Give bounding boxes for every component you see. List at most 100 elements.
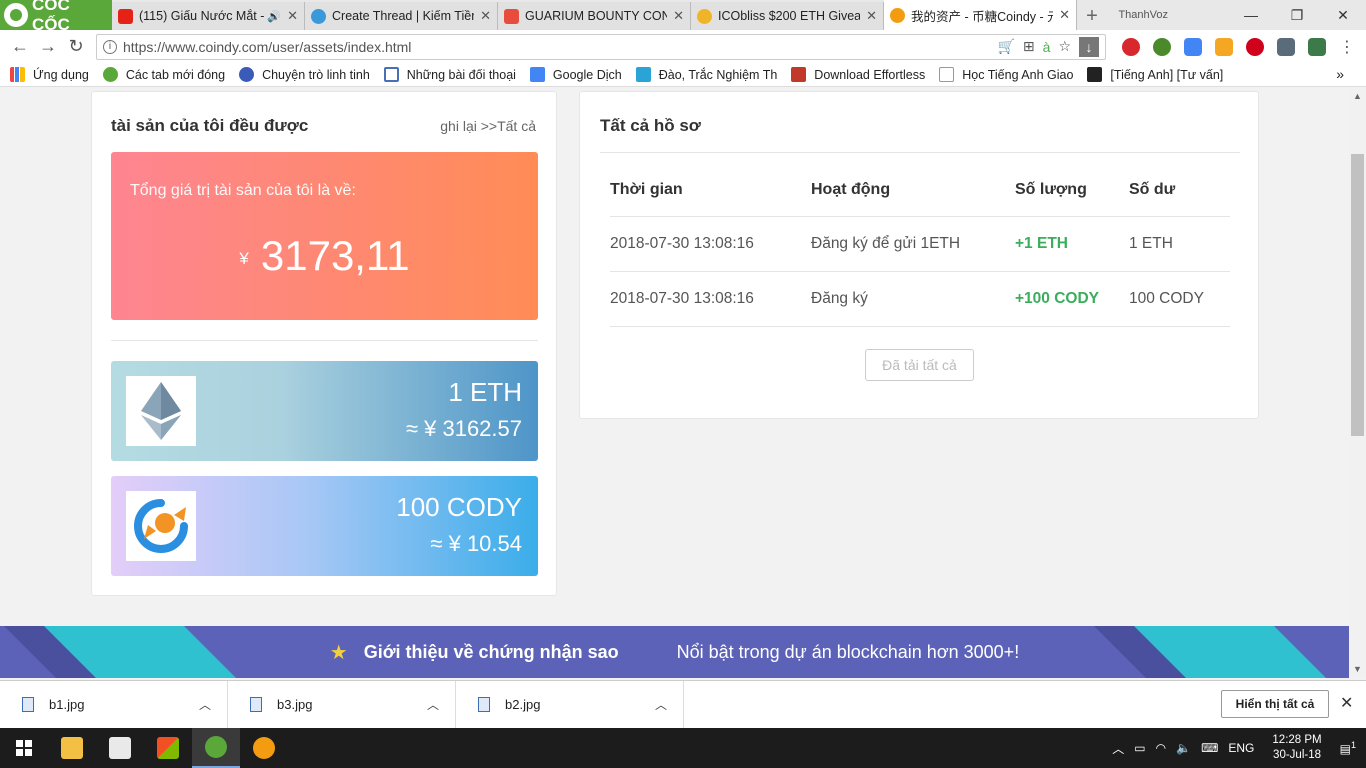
chevron-up-icon[interactable]: ︿ [199, 696, 211, 713]
banner-subtitle: Nổi bật trong dự án blockchain hơn 3000+… [676, 641, 1020, 662]
taskbar-coccoc[interactable] [192, 728, 240, 768]
bookmark-recent-tabs[interactable]: Các tab mới đóng [102, 67, 225, 82]
bookmark-item[interactable]: Đào, Trắc Nghiệm Th [635, 67, 777, 82]
tab-coindy[interactable]: 我的资产 - 币糖Coindy - 元 ✕ [884, 0, 1077, 30]
more-bookmarks-icon[interactable]: » [1336, 66, 1344, 82]
tab-icobliss[interactable]: ICObliss $200 ETH Giveaw ✕ [691, 2, 884, 30]
notification-icon[interactable]: ▤1 [1340, 740, 1356, 756]
scroll-down-icon[interactable]: ▼ [1353, 664, 1362, 674]
network-icon[interactable]: ▭ [1134, 741, 1145, 755]
maximize-icon[interactable]: ❐ [1274, 0, 1320, 30]
chevron-up-icon[interactable]: ︿ [655, 696, 667, 713]
cell-time: 2018-07-30 13:08:16 [610, 235, 754, 252]
page-icon [939, 67, 955, 82]
reload-icon[interactable]: ↻ [62, 33, 90, 61]
extension-icon[interactable] [1215, 37, 1233, 56]
records-table: Thời gian Hoạt động Số lượng Số dư 2018-… [610, 164, 1230, 327]
info-icon[interactable]: i [103, 39, 117, 54]
divider [111, 340, 538, 341]
downloads-bar: b1.jpg ︿ b3.jpg ︿ b2.jpg ︿ Hiển thị tất … [0, 680, 1366, 729]
new-tab-button[interactable]: + [1077, 2, 1107, 30]
page-scrollbar[interactable]: ▲ ▼ [1349, 88, 1366, 678]
cell-balance: 1 ETH [1129, 235, 1173, 252]
download-item[interactable]: b3.jpg ︿ [228, 680, 456, 729]
tab-guarium[interactable]: GUARIUM BOUNTY CONT ✕ [498, 2, 691, 30]
tab-close-icon[interactable]: ✕ [673, 8, 684, 24]
taskbar-app[interactable] [240, 728, 288, 768]
close-window-icon[interactable]: ✕ [1320, 0, 1366, 30]
tab-close-icon[interactable]: ✕ [1059, 7, 1070, 23]
clock[interactable]: 12:28 PM 30-Jul-18 [1272, 733, 1321, 763]
menu-icon[interactable]: ⋮ [1339, 37, 1355, 57]
keyboard-icon[interactable]: ⌨ [1201, 741, 1218, 755]
profile-name[interactable]: ThanhVoz [1118, 9, 1168, 21]
chevron-up-icon[interactable]: ︿ [427, 696, 439, 713]
tab-close-icon[interactable]: ✕ [866, 8, 877, 24]
scrollbar-thumb[interactable] [1351, 154, 1364, 436]
extension-icon[interactable] [1277, 37, 1295, 56]
language-indicator[interactable]: ENG [1228, 741, 1254, 755]
folder-icon [61, 737, 83, 759]
youtube-icon [118, 8, 133, 24]
show-all-downloads-button[interactable]: Hiển thị tất cả [1221, 690, 1329, 718]
close-icon[interactable]: ✕ [1340, 693, 1353, 713]
minimize-icon[interactable]: — [1228, 0, 1274, 30]
download-item[interactable]: b2.jpg ︿ [456, 680, 684, 729]
url-text[interactable]: https://www.coindy.com/user/assets/index… [123, 39, 411, 55]
ethereum-icon [126, 376, 196, 446]
cell-time: 2018-07-30 13:08:16 [610, 290, 754, 307]
coin-card-cody[interactable]: 100 CODY ≈ ¥ 10.54 [111, 476, 538, 576]
download-icon[interactable]: ↓ [1079, 36, 1099, 57]
windows-taskbar: ︿ ▭ ◠ 🔈 ⌨ ENG 12:28 PM 30-Jul-18 ▤1 [0, 728, 1366, 768]
taskbar-store[interactable] [144, 728, 192, 768]
bookmark-item[interactable]: [Tiếng Anh] [Tư vấn] [1087, 67, 1223, 82]
currency-symbol: ¥ [239, 248, 249, 268]
download-item[interactable]: b1.jpg ︿ [0, 680, 228, 729]
taskbar-file-explorer[interactable] [48, 728, 96, 768]
start-button[interactable] [0, 728, 48, 768]
coccoc-logo[interactable]: CỐC CỐC [0, 0, 112, 34]
extension-icon[interactable] [1308, 37, 1326, 56]
cell-amount: +100 CODY [1015, 290, 1100, 307]
cell-balance: 100 CODY [1129, 290, 1204, 307]
translate-icon[interactable]: ⊞ [1023, 38, 1035, 55]
assets-title: tài sản của tôi đều được [111, 116, 309, 135]
extension-icon[interactable] [1246, 37, 1264, 56]
column-header: Hoạt động [811, 181, 891, 198]
taskbar-app[interactable] [96, 728, 144, 768]
table-row: 2018-07-30 13:08:16 Đăng ký +100 CODY 10… [610, 272, 1230, 327]
all-loaded-button[interactable]: Đã tải tất cả [865, 349, 974, 381]
site-icon [311, 8, 326, 24]
bookmark-item[interactable]: Download Effortless [791, 67, 925, 82]
scroll-up-icon[interactable]: ▲ [1353, 91, 1362, 101]
back-icon[interactable]: ← [6, 33, 34, 61]
star-icon[interactable]: ☆ [1058, 38, 1071, 55]
bookmark-apps[interactable]: Ứng dụng [10, 67, 89, 82]
forward-icon[interactable]: → [34, 33, 62, 61]
bookmark-item[interactable]: Chuyện trò linh tinh [239, 67, 370, 82]
tab-close-icon[interactable]: ✕ [480, 8, 491, 24]
coin-amount: 100 CODY [396, 492, 522, 522]
chevron-up-icon[interactable]: ︿ [1112, 740, 1124, 757]
cody-candy-icon [126, 491, 196, 561]
tab-create-thread[interactable]: Create Thread | Kiếm Tiền ✕ [305, 2, 498, 30]
extension-icon[interactable] [1122, 37, 1140, 56]
bookmark-item[interactable]: Google Dịch [529, 67, 622, 82]
spell-icon[interactable]: à [1043, 39, 1051, 55]
volume-icon[interactable]: 🔈 [1176, 741, 1191, 755]
address-bar[interactable]: i https://www.coindy.com/user/assets/ind… [96, 33, 1106, 60]
bookmark-item[interactable]: Những bài đối thoại [383, 67, 516, 82]
assets-card: tài sản của tôi đều được ghi lại >>Tất c… [91, 91, 557, 596]
records-all-link[interactable]: ghi lại >>Tất cả [440, 118, 536, 134]
wifi-icon[interactable]: ◠ [1156, 741, 1166, 755]
tab-youtube[interactable]: (115) Giấu Nước Mắt - 🔊 ✕ [112, 2, 305, 30]
google-translate-icon[interactable] [1184, 37, 1202, 56]
coindy-icon [890, 7, 905, 23]
coin-card-eth[interactable]: 1 ETH ≈ ¥ 3162.57 [111, 361, 538, 461]
tab-close-icon[interactable]: ✕ [287, 8, 298, 24]
bookmark-item[interactable]: Học Tiếng Anh Giao [939, 67, 1073, 82]
cart-icon[interactable]: 🛒 [997, 38, 1014, 55]
star-certification-banner[interactable]: ★ Giới thiệu về chứng nhận sao Nổi bật t… [0, 626, 1349, 678]
speaker-icon[interactable]: 🔊 [267, 10, 281, 23]
extension-icon[interactable] [1153, 37, 1171, 56]
